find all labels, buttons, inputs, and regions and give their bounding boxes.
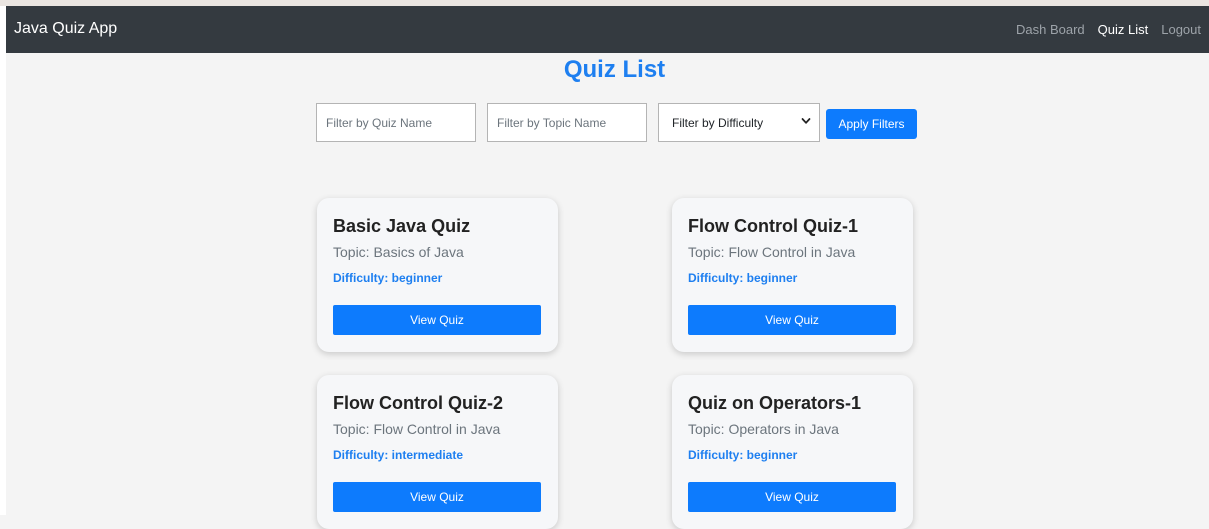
view-quiz-button[interactable]: View Quiz (688, 482, 896, 512)
nav-link-logout[interactable]: Logout (1161, 22, 1201, 37)
view-quiz-button[interactable]: View Quiz (333, 482, 541, 512)
quiz-topic: Topic: Flow Control in Java (333, 421, 501, 437)
quiz-card: Basic Java Quiz Topic: Basics of Java Di… (317, 198, 558, 352)
quiz-title: Flow Control Quiz-2 (333, 393, 503, 413)
quiz-card: Flow Control Quiz-1 Topic: Flow Control … (672, 198, 913, 352)
quiz-card: Flow Control Quiz-2 Topic: Flow Control … (317, 375, 558, 529)
quiz-topic: Topic: Operators in Java (688, 421, 839, 437)
brand-logo[interactable]: Java Quiz App (14, 20, 117, 38)
view-quiz-button[interactable]: View Quiz (688, 305, 896, 335)
quiz-title: Quiz on Operators-1 (688, 393, 862, 413)
quiz-title: Basic Java Quiz (333, 216, 471, 236)
topic-name-filter-input[interactable] (487, 103, 647, 142)
quiz-difficulty: Difficulty: beginner (333, 271, 443, 285)
page-title: Quiz List (563, 56, 666, 83)
quiz-difficulty: Difficulty: beginner (688, 271, 798, 285)
nav-link-quiz-list[interactable]: Quiz List (1098, 22, 1149, 37)
difficulty-filter-value: Filter by Difficulty (672, 115, 764, 130)
quiz-title: Flow Control Quiz-1 (688, 216, 858, 236)
quiz-name-filter-input[interactable] (316, 103, 476, 142)
apply-filters-button[interactable]: Apply Filters (826, 109, 917, 139)
view-quiz-button[interactable]: View Quiz (333, 305, 541, 335)
quiz-difficulty: Difficulty: intermediate (333, 448, 464, 462)
nav-link-dashboard[interactable]: Dash Board (1016, 22, 1085, 37)
quiz-card: Quiz on Operators-1 Topic: Operators in … (672, 375, 913, 529)
nav-links: Dash Board Quiz List Logout (1016, 22, 1201, 37)
quiz-topic: Topic: Flow Control in Java (688, 244, 856, 260)
chevron-down-icon (801, 118, 811, 124)
navbar: Java Quiz App Dash Board Quiz List Logou… (6, 6, 1209, 53)
quiz-topic: Topic: Basics of Java (333, 244, 464, 260)
difficulty-filter-select[interactable]: Filter by Difficulty (658, 103, 820, 142)
quiz-difficulty: Difficulty: beginner (688, 448, 798, 462)
